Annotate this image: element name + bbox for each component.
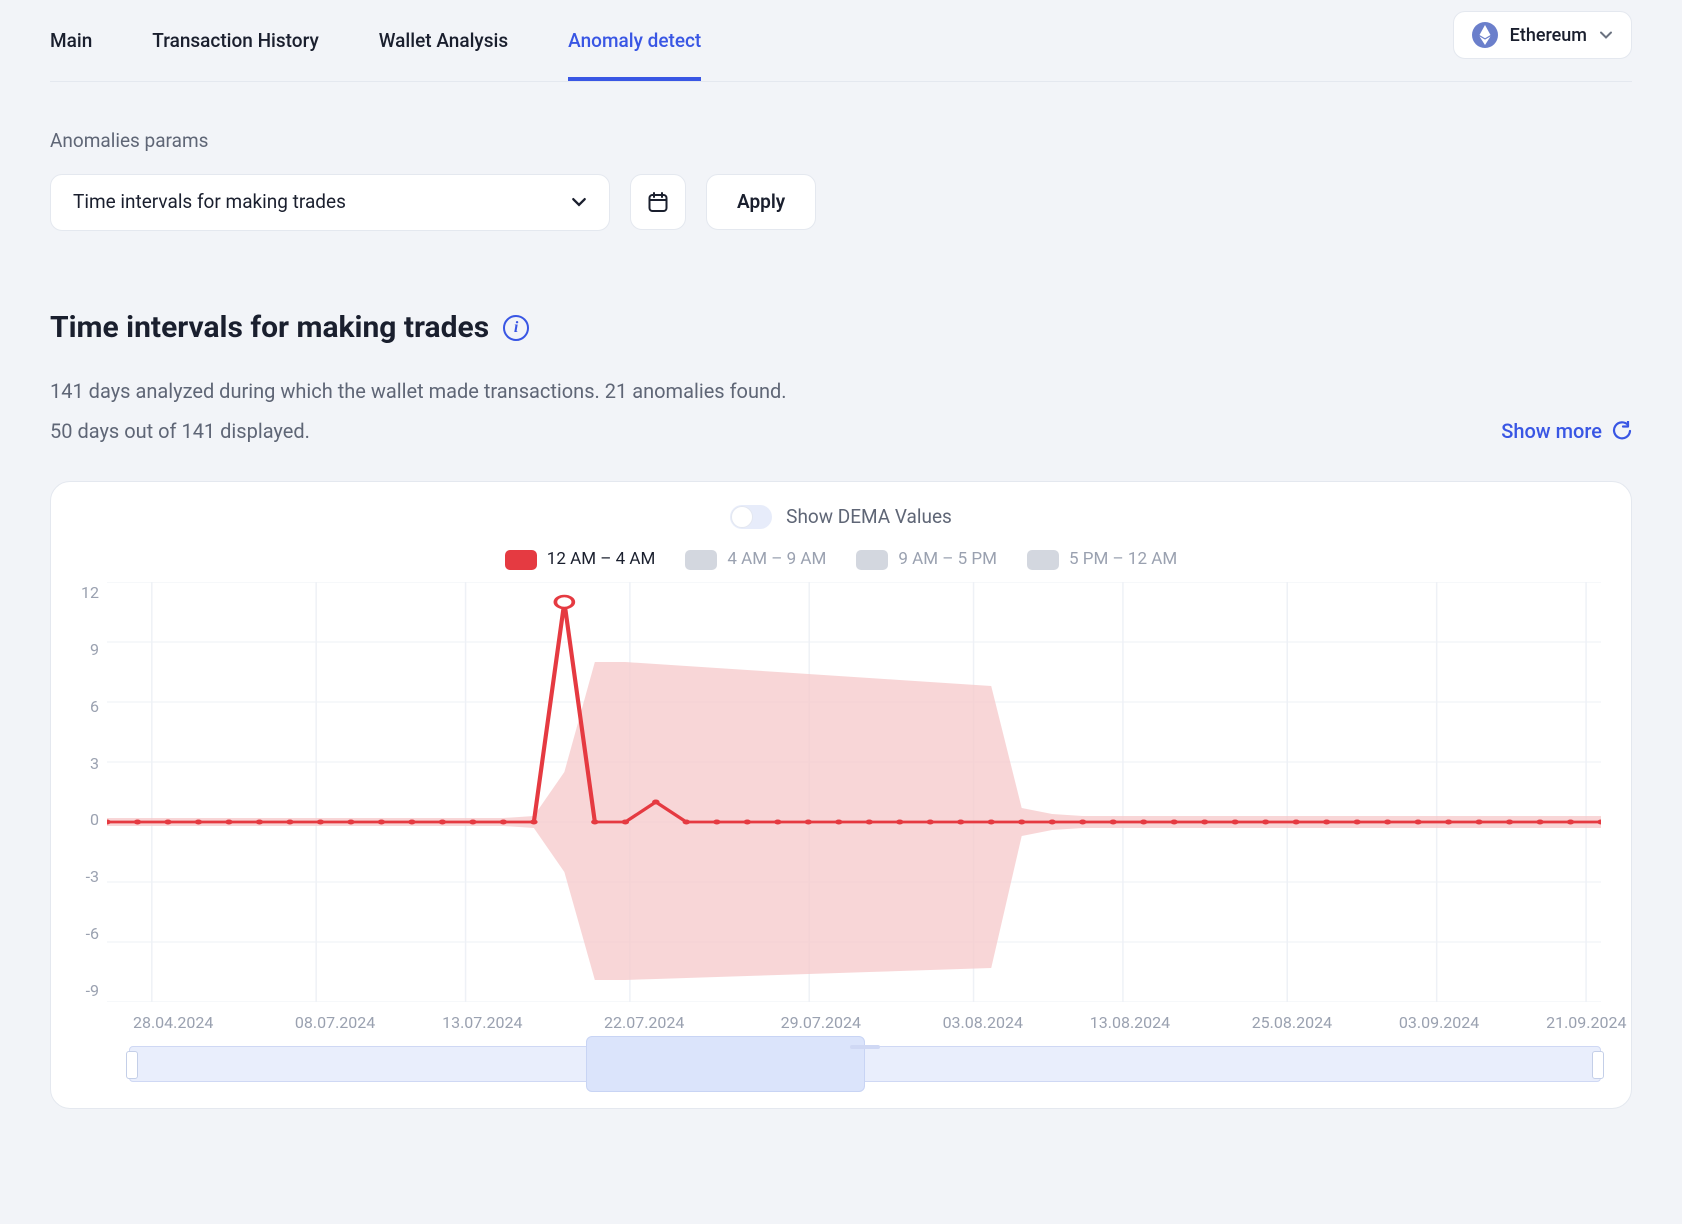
section-displayed: 50 days out of 141 displayed. [50,417,310,445]
anomaly-type-select[interactable]: Time intervals for making trades [50,174,610,231]
x-tick: 03.09.2024 [1399,1012,1479,1034]
chart-plot[interactable] [107,582,1601,1002]
params-row: Time intervals for making trades Apply [50,174,1632,231]
tabs-row: Main Transaction History Wallet Analysis… [50,0,1632,82]
x-tick: 28.04.2024 [133,1012,213,1034]
tabs: Main Transaction History Wallet Analysis… [50,0,701,81]
chevron-down-icon [1599,28,1613,42]
y-tick: -9 [86,980,99,1002]
ethereum-icon [1472,22,1498,48]
scrubber-grip [850,1045,880,1049]
show-more-link[interactable]: Show more [1501,417,1632,445]
y-tick: 12 [81,582,99,604]
info-icon[interactable]: i [503,315,529,341]
legend-label: 5 PM – 12 AM [1069,548,1177,572]
legend-swatch [685,550,717,570]
y-tick: -6 [86,923,99,945]
x-tick: 03.08.2024 [943,1012,1023,1034]
chart-legend: 12 AM – 4 AM 4 AM – 9 AM 9 AM – 5 PM 5 PM –… [81,548,1601,572]
y-tick: -3 [86,866,99,888]
calendar-icon [646,190,670,214]
x-tick: 13.07.2024 [442,1012,522,1034]
refresh-icon [1612,421,1632,441]
apply-button[interactable]: Apply [706,174,816,230]
tab-main[interactable]: Main [50,0,92,81]
legend-label: 12 AM – 4 AM [547,548,656,572]
section-summary: 141 days analyzed during which the walle… [50,377,1632,405]
y-tick: 6 [90,696,99,718]
params-label: Anomalies params [50,128,1632,155]
x-tick: 25.08.2024 [1252,1012,1332,1034]
chart-card: Show DEMA Values 12 AM – 4 AM 4 AM – 9 AM… [50,481,1632,1109]
legend-item-3[interactable]: 5 PM – 12 AM [1027,548,1177,572]
scrubber-bulge [586,1036,865,1092]
dema-toggle-row: Show DEMA Values [81,504,1601,531]
y-tick: 0 [90,809,99,831]
legend-swatch [856,550,888,570]
y-axis: 12 9 6 3 0 -3 -6 -9 [81,582,107,1002]
tab-anomaly-detect[interactable]: Anomaly detect [568,0,701,81]
chart-wrap: 12 9 6 3 0 -3 -6 -9 [81,582,1601,1002]
section-title: Time intervals for making trades [50,307,489,349]
dema-toggle[interactable] [730,505,772,529]
x-tick: 22.07.2024 [604,1012,684,1034]
legend-item-2[interactable]: 9 AM – 5 PM [856,548,997,572]
dema-toggle-label: Show DEMA Values [786,504,952,531]
legend-swatch [1027,550,1059,570]
section-title-row: Time intervals for making trades i [50,307,1632,349]
legend-swatch [505,550,537,570]
legend-item-0[interactable]: 12 AM – 4 AM [505,548,656,572]
x-tick: 13.08.2024 [1090,1012,1170,1034]
chevron-down-icon [571,194,587,210]
show-more-label: Show more [1501,417,1602,445]
tab-transaction-history[interactable]: Transaction History [152,0,318,81]
scrubber-handle-right[interactable] [1592,1051,1604,1079]
chain-select-label: Ethereum [1510,23,1587,48]
legend-label: 4 AM – 9 AM [727,548,826,572]
time-scrubber[interactable] [129,1046,1601,1082]
y-tick: 9 [90,639,99,661]
x-tick: 29.07.2024 [781,1012,861,1034]
legend-label: 9 AM – 5 PM [898,548,997,572]
chain-select[interactable]: Ethereum [1453,11,1632,59]
anomaly-type-value: Time intervals for making trades [73,189,346,216]
legend-item-1[interactable]: 4 AM – 9 AM [685,548,826,572]
date-range-button[interactable] [630,174,686,230]
tab-wallet-analysis[interactable]: Wallet Analysis [379,0,508,81]
x-tick: 21.09.2024 [1546,1012,1626,1034]
scrubber-handle-left[interactable] [126,1051,138,1079]
x-tick: 08.07.2024 [295,1012,375,1034]
y-tick: 3 [90,753,99,775]
